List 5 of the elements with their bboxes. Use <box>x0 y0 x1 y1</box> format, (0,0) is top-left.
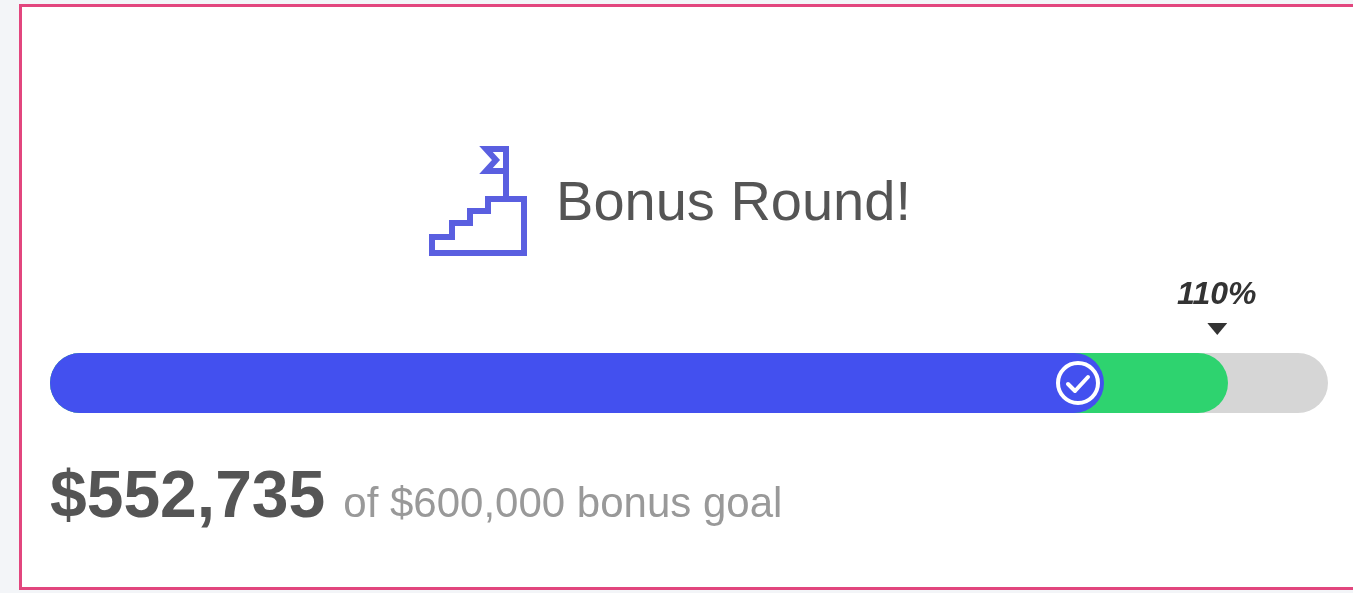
goal-caption: of $600,000 bonus goal <box>343 482 783 524</box>
card-title: Bonus Round! <box>556 173 911 229</box>
amount: $552,735 <box>50 461 326 527</box>
percent-label: 110% <box>1177 277 1257 309</box>
stairs-flag-icon <box>428 145 529 257</box>
